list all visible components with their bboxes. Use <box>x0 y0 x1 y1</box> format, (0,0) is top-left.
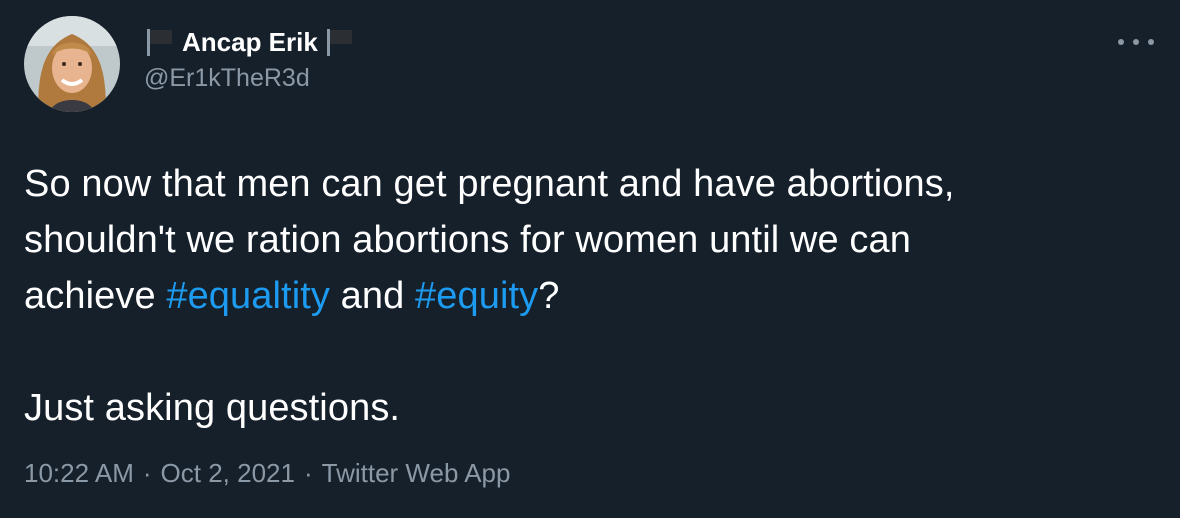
tweet-source[interactable]: Twitter Web App <box>322 458 511 489</box>
more-dot <box>1148 39 1154 45</box>
avatar[interactable] <box>24 16 120 112</box>
user-handle[interactable]: @Er1kTheR3d <box>144 64 356 93</box>
black-flag-icon <box>144 26 176 58</box>
user-info: Ancap Erik @Er1kTheR3d <box>144 24 356 93</box>
avatar-image <box>24 16 120 112</box>
tweet-header: Ancap Erik @Er1kTheR3d <box>24 16 1156 116</box>
tweet-meta: 10:22 AM · Oct 2, 2021 · Twitter Web App <box>24 458 510 489</box>
tweet-text-line: shouldn't we ration abortions for women … <box>24 219 911 261</box>
tweet-card: Ancap Erik @Er1kTheR3d So now that men c… <box>0 0 1180 518</box>
tweet-text: So now that men can get pregnant and hav… <box>24 156 1156 436</box>
more-horizontal-icon[interactable] <box>1118 30 1154 54</box>
meta-separator: · <box>142 458 152 488</box>
tweet-text-fragment: and <box>330 275 416 317</box>
tweet-text-fragment: ? <box>538 275 560 317</box>
display-name[interactable]: Ancap Erik <box>182 27 318 58</box>
tweet-time[interactable]: 10:22 AM <box>24 458 134 489</box>
tweet-text-line: Just asking questions. <box>24 387 401 429</box>
name-row[interactable]: Ancap Erik <box>144 24 356 60</box>
hashtag-link[interactable]: #equity <box>415 275 538 317</box>
tweet-text-fragment: achieve <box>24 275 167 317</box>
black-flag-icon <box>324 26 356 58</box>
meta-separator: · <box>303 458 313 488</box>
hashtag-link[interactable]: #equaltity <box>166 275 330 317</box>
tweet-date[interactable]: Oct 2, 2021 <box>161 458 295 489</box>
more-dot <box>1133 39 1139 45</box>
tweet-text-line: achieve #equaltity and #equity? <box>24 268 1156 324</box>
more-dot <box>1118 39 1124 45</box>
tweet-text-line: So now that men can get pregnant and hav… <box>24 163 955 205</box>
